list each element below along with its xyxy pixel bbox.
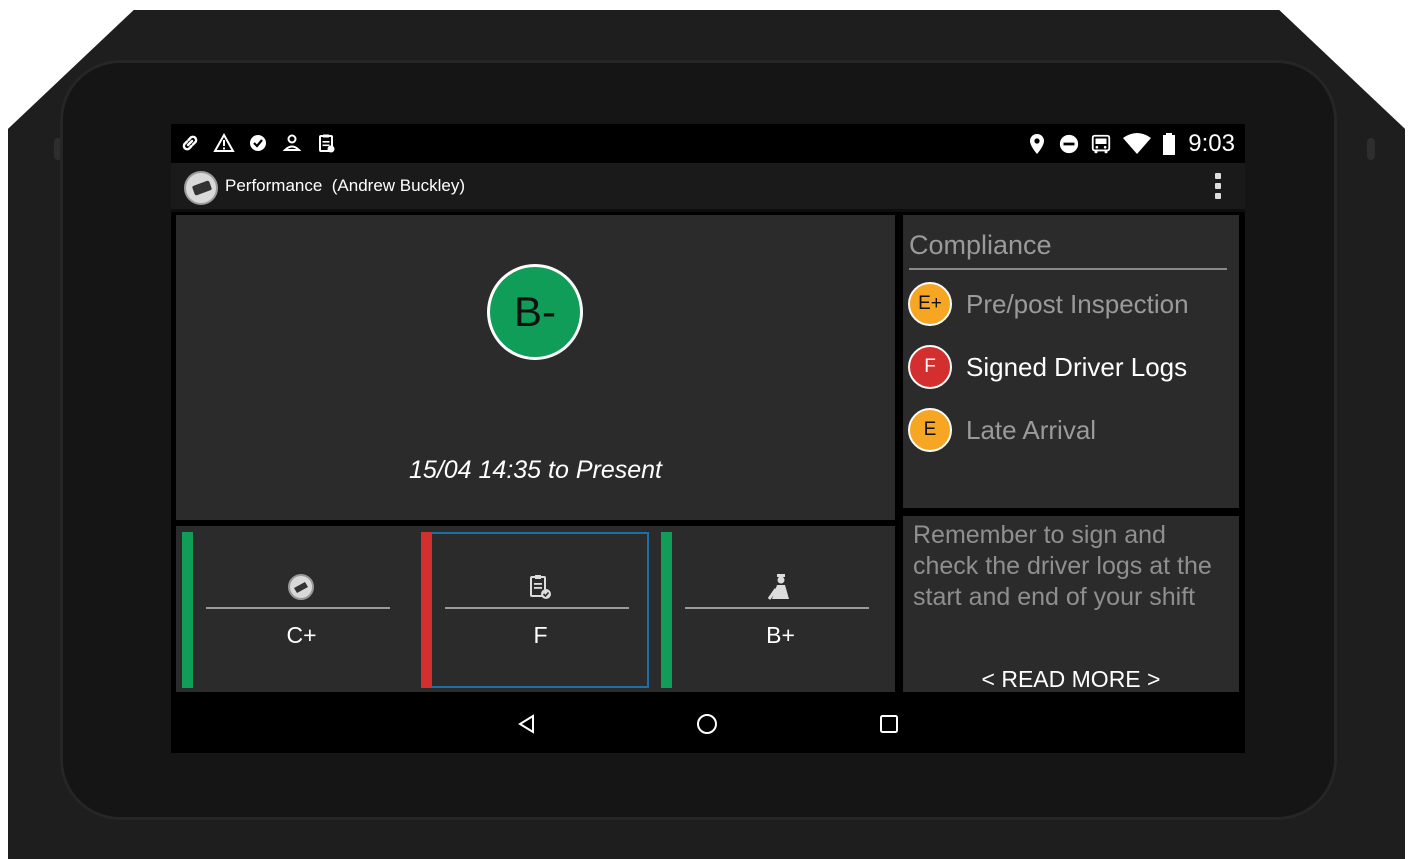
home-icon[interactable] xyxy=(692,709,722,739)
tile-grade: B+ xyxy=(766,622,795,648)
overall-score-panel: B- 15/04 14:35 to Present xyxy=(176,215,895,520)
driving-icon xyxy=(286,572,316,602)
notification-icons xyxy=(179,132,335,154)
navigation-bar xyxy=(171,695,1245,753)
status-bar-indicator xyxy=(182,532,193,688)
compliance-item-label: Late Arrival xyxy=(966,414,1097,445)
screen: 9:03 Performance (Andrew Buckley) B- 15/… xyxy=(171,124,1245,753)
clipboard-check-icon xyxy=(525,572,555,602)
device-sensor-right xyxy=(1367,138,1375,160)
tip-text: Remember to sign and check the driver lo… xyxy=(913,521,1212,611)
clipboard-icon xyxy=(315,132,335,154)
tile-driving[interactable]: C+ xyxy=(182,532,410,688)
tile-logs[interactable]: F xyxy=(421,532,649,688)
driver-icon xyxy=(765,572,795,602)
do-not-disturb-icon xyxy=(1058,132,1080,156)
location-pin-icon xyxy=(1026,132,1048,156)
divider xyxy=(685,607,869,609)
divider xyxy=(206,607,390,609)
status-bar-indicator xyxy=(421,532,432,688)
compliance-item-driver-logs[interactable]: F Signed Driver Logs xyxy=(908,344,1187,390)
compliance-item-label: Pre/post Inspection xyxy=(966,288,1189,319)
grade-badge: F xyxy=(908,345,952,389)
battery-icon xyxy=(1162,132,1176,156)
tile-grade: C+ xyxy=(286,622,317,648)
system-icons: 9:03 xyxy=(1026,129,1235,159)
tile-grade: F xyxy=(533,622,548,648)
overall-grade-badge: B- xyxy=(487,264,583,360)
status-bar-indicator xyxy=(661,532,672,688)
clock: 9:03 xyxy=(1188,130,1235,157)
score-period: 15/04 14:35 to Present xyxy=(409,456,662,484)
status-bar: 9:03 xyxy=(171,124,1245,163)
overflow-menu-icon[interactable] xyxy=(1215,173,1221,199)
back-icon[interactable] xyxy=(512,709,542,739)
compliance-item-inspection[interactable]: E+ Pre/post Inspection xyxy=(908,281,1189,327)
wifi-icon xyxy=(1122,132,1152,156)
warning-icon xyxy=(213,132,235,154)
bus-icon xyxy=(1090,132,1112,156)
compliance-panel: Compliance E+ Pre/post Inspection F Sign… xyxy=(903,215,1239,508)
read-more-link[interactable]: < READ MORE > xyxy=(903,666,1239,693)
tile-driver[interactable]: B+ xyxy=(661,532,889,688)
category-tiles: C+ F B+ xyxy=(176,526,895,692)
link-icon xyxy=(179,132,199,154)
compliance-item-late-arrival[interactable]: E Late Arrival xyxy=(908,407,1096,453)
divider xyxy=(445,607,629,609)
person-icon xyxy=(281,132,302,154)
compliance-title: Compliance xyxy=(909,230,1052,260)
compliance-item-label: Signed Driver Logs xyxy=(966,351,1188,382)
divider xyxy=(909,268,1227,270)
tip-panel: Remember to sign and check the driver lo… xyxy=(903,516,1239,692)
recents-icon[interactable] xyxy=(874,709,904,739)
grade-badge: E+ xyxy=(908,282,952,326)
grade-badge: E xyxy=(908,408,952,452)
check-circle-icon xyxy=(247,132,267,154)
app-title: Performance (Andrew Buckley) xyxy=(225,176,465,195)
performance-logo-icon xyxy=(184,171,218,205)
app-bar: Performance (Andrew Buckley) xyxy=(171,163,1245,212)
